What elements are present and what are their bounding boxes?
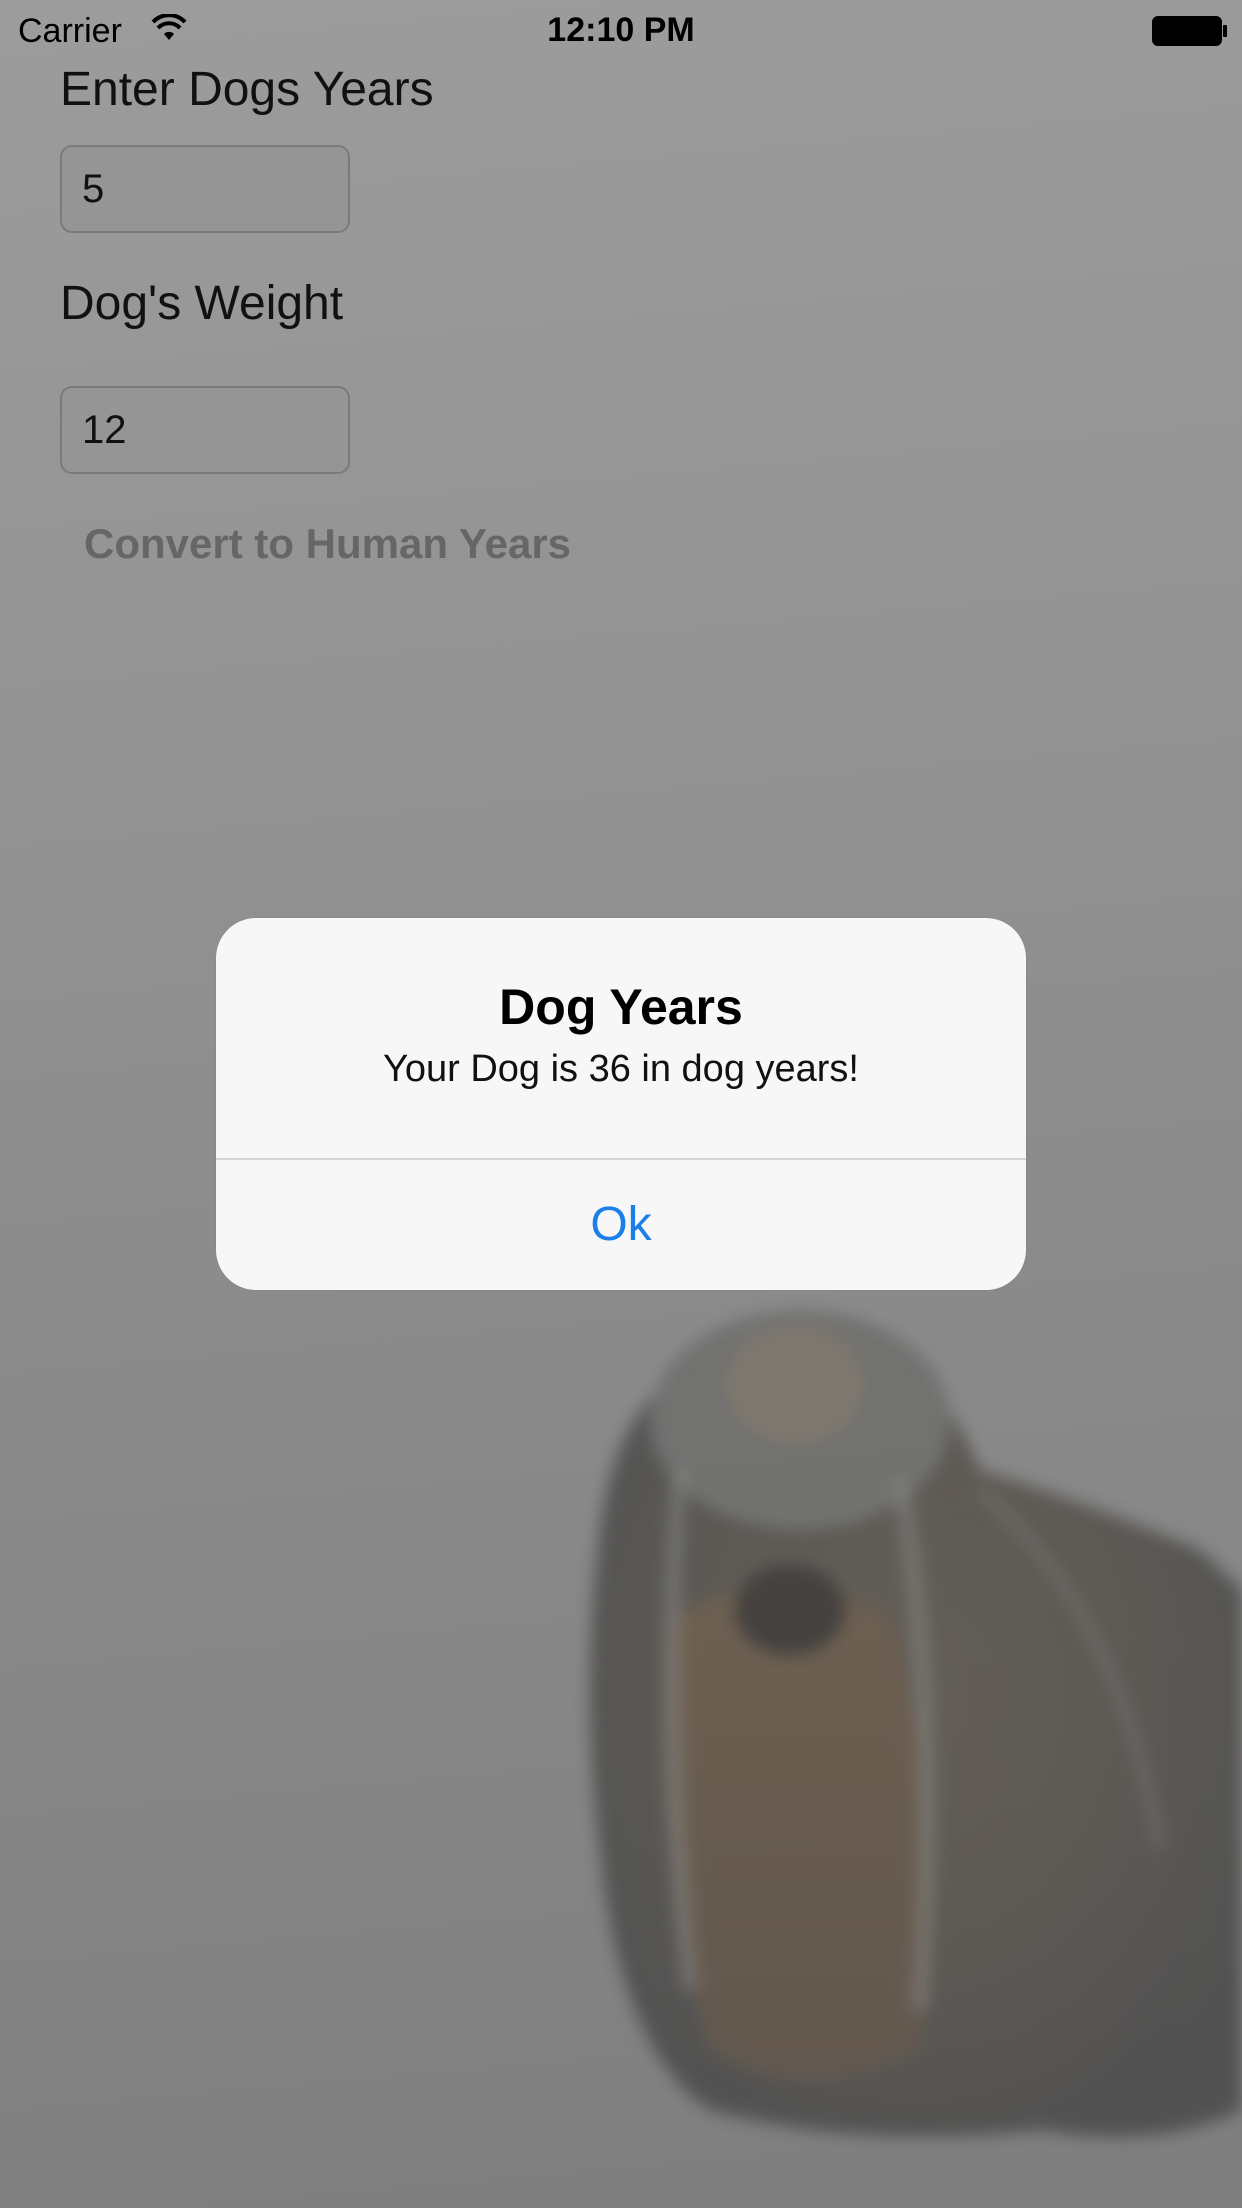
alert-title: Dog Years <box>499 979 743 1035</box>
clock: 12:10 PM <box>547 11 695 49</box>
dog-years-input[interactable]: 5 <box>60 145 350 233</box>
alert-message: Your Dog is 36 in dog years! <box>382 1048 859 1090</box>
status-bar: Carrier 12:10 PM <box>0 0 1242 60</box>
battery-icon <box>1152 16 1227 46</box>
weight-label: Dog's Weight <box>60 277 344 330</box>
years-label: Enter Dogs Years <box>60 63 434 116</box>
convert-button[interactable]: Convert to Human Years <box>84 520 571 568</box>
ok-button[interactable]: Ok <box>216 1160 1026 1290</box>
dog-weight-input[interactable]: 12 <box>60 386 350 474</box>
dog-photo <box>590 1310 1242 2137</box>
alert-dialog: Dog Years Your Dog is 36 in dog years! O… <box>216 918 1026 1290</box>
